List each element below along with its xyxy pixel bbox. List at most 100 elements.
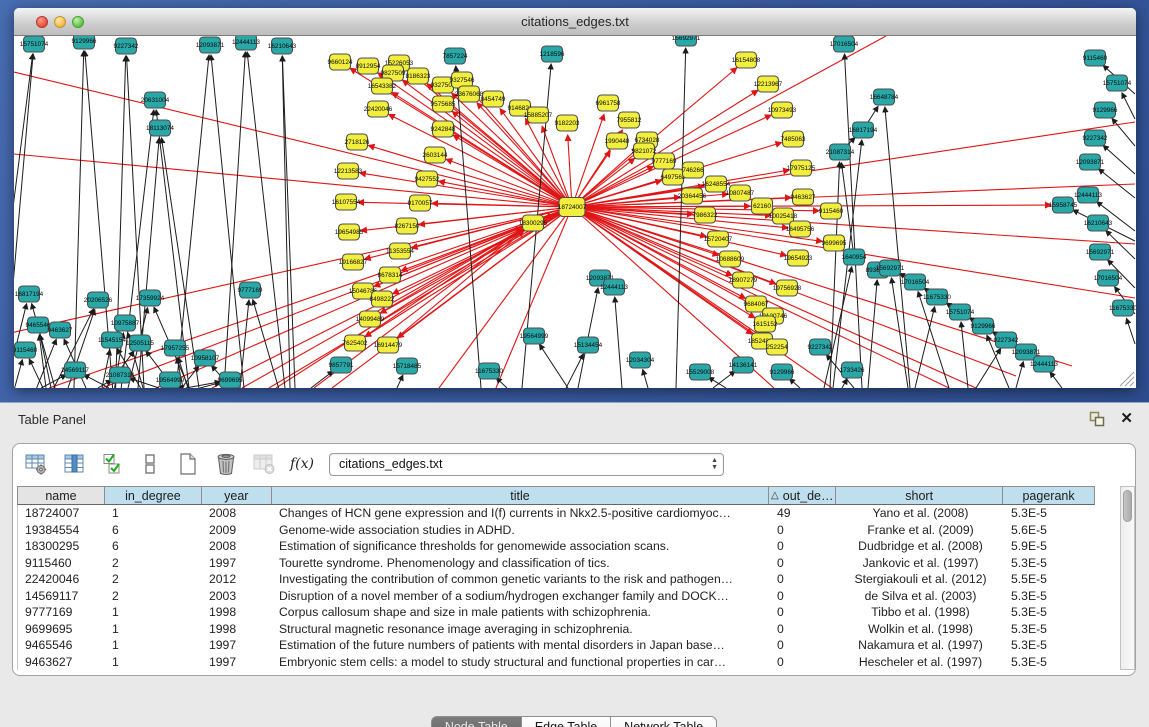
graph-node[interactable] (834, 36, 855, 52)
table-cell[interactable]: Genome-wide association studies in ADHD. (272, 522, 770, 539)
tab-network-table[interactable]: Network Table (611, 716, 717, 727)
table-cell[interactable]: 2 (105, 571, 202, 588)
window-resize-grip[interactable] (1120, 372, 1134, 386)
graph-node[interactable] (353, 283, 374, 299)
table-cell[interactable]: 5.3E-5 (1004, 604, 1095, 621)
graph-node[interactable] (1085, 50, 1106, 66)
table-cell[interactable]: 1997 (202, 555, 272, 572)
graph-node[interactable] (654, 153, 675, 169)
graph-node[interactable] (736, 52, 757, 68)
table-cell[interactable]: Yano et al. (2008) (837, 505, 1004, 522)
graph-node[interactable] (160, 372, 181, 388)
table-cell[interactable]: Tibbo et al. (1998) (837, 604, 1004, 621)
graph-node[interactable] (791, 160, 812, 176)
scrollbar-thumb[interactable] (1123, 490, 1132, 522)
graph-node[interactable] (708, 231, 729, 247)
tab-node-table[interactable]: Node Table (431, 716, 522, 727)
graph-node[interactable] (140, 290, 161, 306)
graph-node[interactable] (240, 282, 261, 298)
table-cell[interactable]: Estimation of significance thresholds fo… (272, 538, 770, 555)
graph-node[interactable] (372, 291, 393, 307)
table-cell[interactable]: 19384554 (18, 522, 105, 539)
graph-node[interactable] (331, 357, 352, 373)
graph-node[interactable] (793, 189, 814, 205)
table-row[interactable]: 1456911722003Disruption of a novel membe… (18, 588, 1095, 605)
table-cell[interactable]: Dudbridge et al. (2008) (837, 538, 1004, 555)
table-cell[interactable]: 2003 (202, 588, 272, 605)
table-cell[interactable]: 6 (105, 538, 202, 555)
graph-node[interactable] (598, 95, 619, 111)
graph-node[interactable] (730, 185, 751, 201)
table-cell[interactable]: 9699695 (18, 621, 105, 638)
graph-node[interactable] (28, 317, 49, 333)
table-cell[interactable]: 2008 (202, 505, 272, 522)
table-cell[interactable]: 0 (770, 604, 837, 621)
graph-node[interactable] (758, 76, 779, 92)
graph-node[interactable] (88, 292, 109, 308)
table-row[interactable]: 2242004622012Investigating the contribut… (18, 571, 1095, 588)
table-cell[interactable]: 1 (105, 505, 202, 522)
table-cell[interactable]: 5.3E-5 (1004, 555, 1095, 572)
table-cell[interactable]: 1997 (202, 637, 272, 654)
table-cell[interactable]: 6 (105, 522, 202, 539)
graph-node[interactable] (824, 235, 845, 251)
table-cell[interactable]: 14569117 (18, 588, 105, 605)
unselect-all-columns-icon[interactable] (137, 451, 163, 477)
graph-node[interactable] (483, 91, 504, 107)
graph-node[interactable] (783, 131, 804, 147)
column-header-short[interactable]: short (836, 487, 1003, 504)
table-cell[interactable]: 2008 (202, 538, 272, 555)
graph-node[interactable] (973, 318, 994, 334)
graph-node[interactable] (417, 171, 438, 187)
graph-node[interactable] (604, 279, 625, 295)
graph-node[interactable] (130, 335, 151, 351)
graph-node[interactable] (720, 251, 741, 267)
table-cell[interactable]: Investigating the contribution of common… (272, 571, 770, 588)
table-row[interactable]: 946362711997Embryonic stem cells: a mode… (18, 654, 1095, 671)
graph-node[interactable] (524, 328, 545, 344)
graph-node[interactable] (150, 120, 171, 136)
graph-node[interactable] (110, 367, 131, 383)
graph-node[interactable] (336, 194, 357, 210)
table-cell[interactable]: Disruption of a novel member of a sodium… (272, 588, 770, 605)
graph-node[interactable] (1113, 300, 1134, 316)
graph-node[interactable] (733, 272, 754, 288)
table-cell[interactable]: Structural magnetic resonance image aver… (272, 621, 770, 638)
table-cell[interactable]: Jankovic et al. (1997) (837, 555, 1004, 572)
table-cell[interactable]: Wolkin et al. (1998) (837, 621, 1004, 638)
graph-node[interactable] (755, 316, 776, 332)
graph-node[interactable] (1107, 75, 1128, 91)
table-cell[interactable]: 9115460 (18, 555, 105, 572)
table-cell[interactable]: Changes of HCN gene expression and I(f) … (272, 505, 770, 522)
delete-column-trash-icon[interactable] (213, 451, 239, 477)
graph-node[interactable] (874, 89, 895, 105)
create-column-icon[interactable] (175, 451, 201, 477)
table-cell[interactable]: 0 (770, 571, 837, 588)
graph-node[interactable] (1080, 154, 1101, 170)
graph-node[interactable] (339, 224, 360, 240)
table-row[interactable]: 1830029562008Estimation of significance … (18, 538, 1095, 555)
table-cell[interactable]: Hescheler et al. (1997) (837, 654, 1004, 671)
graph-node[interactable] (102, 332, 123, 348)
table-selector-dropdown[interactable]: citations_edges.txt ▲▼ (329, 453, 724, 476)
table-row[interactable]: 1938455462009Genome-wide association stu… (18, 522, 1095, 539)
function-builder-icon[interactable]: f(x) (289, 451, 315, 477)
column-header-in_degree[interactable]: in_degree (105, 487, 202, 504)
graph-node[interactable] (683, 162, 704, 178)
graph-node[interactable] (777, 280, 798, 296)
table-cell[interactable]: 2 (105, 555, 202, 572)
graph-node[interactable] (479, 363, 500, 379)
table-cell[interactable]: 9465546 (18, 637, 105, 654)
graph-node[interactable] (410, 195, 431, 211)
graph-node[interactable] (345, 335, 366, 351)
table-cell[interactable]: 1998 (202, 604, 272, 621)
graph-node[interactable] (165, 340, 186, 356)
table-cell[interactable]: 0 (770, 588, 837, 605)
graph-node[interactable] (1078, 187, 1099, 203)
graph-node[interactable] (433, 77, 454, 93)
graph-node[interactable] (767, 339, 788, 355)
graph-node[interactable] (927, 289, 948, 305)
table-cell[interactable]: 9777169 (18, 604, 105, 621)
graph-node[interactable] (50, 322, 71, 338)
show-columns-icon[interactable] (61, 451, 87, 477)
